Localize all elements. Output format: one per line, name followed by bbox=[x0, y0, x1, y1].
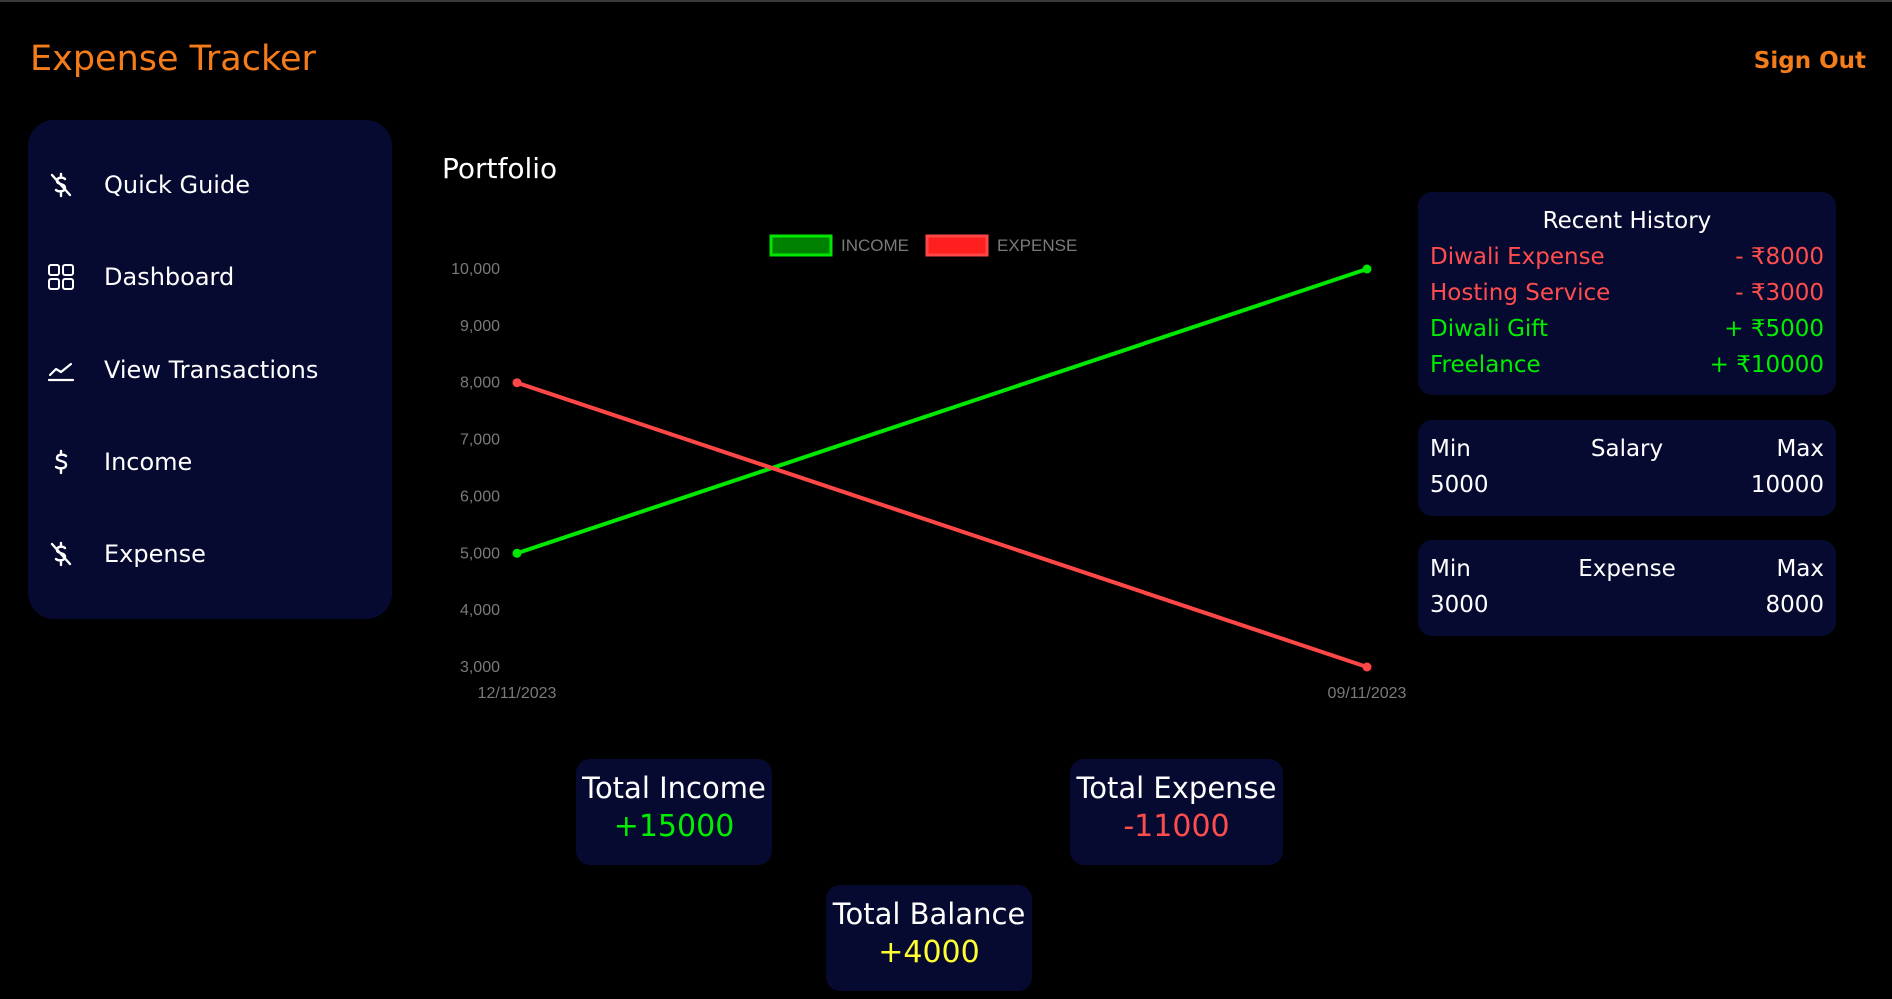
history-item-amount: - ₹8000 bbox=[1735, 244, 1824, 270]
total-balance-card: Total Balance +4000 bbox=[826, 885, 1032, 991]
y-tick-label: 4,000 bbox=[460, 602, 500, 619]
sidebar-item-income[interactable]: Income bbox=[46, 436, 376, 488]
legend-label: EXPENSE bbox=[997, 236, 1077, 255]
sidebar-item-dashboard[interactable]: Dashboard bbox=[46, 251, 376, 303]
history-item: Freelance + ₹10000 bbox=[1430, 352, 1824, 378]
dollar-off-icon bbox=[46, 170, 76, 200]
data-point bbox=[512, 548, 522, 558]
expense-max-label: Max bbox=[1776, 556, 1824, 582]
salary-min-value: 5000 bbox=[1430, 472, 1489, 498]
expense-min-value: 3000 bbox=[1430, 592, 1489, 618]
grid-icon bbox=[46, 262, 76, 292]
y-tick-label: 3,000 bbox=[460, 659, 500, 676]
y-tick-label: 9,000 bbox=[460, 318, 500, 335]
sidebar-item-label: Expense bbox=[104, 540, 206, 568]
data-point bbox=[1362, 264, 1372, 274]
history-item-label: Diwali Expense bbox=[1430, 244, 1605, 270]
total-income-label: Total Income bbox=[582, 771, 766, 805]
recent-history-title: Recent History bbox=[1542, 208, 1712, 234]
data-point bbox=[512, 378, 522, 388]
history-item-amount: + ₹5000 bbox=[1724, 316, 1824, 342]
expense-range-panel: Min Expense Max 3000 8000 bbox=[1418, 540, 1836, 636]
y-tick-label: 7,000 bbox=[460, 432, 500, 449]
history-item: Diwali Gift + ₹5000 bbox=[1430, 316, 1824, 342]
expense-title: Expense bbox=[1578, 556, 1676, 582]
recent-history-panel: Recent History Diwali Expense - ₹8000 Ho… bbox=[1418, 192, 1836, 395]
history-item: Hosting Service - ₹3000 bbox=[1430, 280, 1824, 306]
history-item: Diwali Expense - ₹8000 bbox=[1430, 244, 1824, 270]
total-balance-value: +4000 bbox=[878, 935, 980, 970]
total-income-value: +15000 bbox=[613, 809, 735, 844]
dollar-off-icon bbox=[46, 539, 76, 569]
total-income-card: Total Income +15000 bbox=[576, 759, 772, 865]
y-tick-label: 5,000 bbox=[460, 545, 500, 562]
total-expense-label: Total Expense bbox=[1076, 771, 1277, 805]
salary-title: Salary bbox=[1590, 436, 1664, 462]
legend-label: INCOME bbox=[841, 236, 909, 255]
sign-out-button[interactable]: Sign Out bbox=[1754, 48, 1866, 74]
app-title: Expense Tracker bbox=[30, 39, 316, 79]
total-expense-value: -11000 bbox=[1123, 809, 1230, 844]
legend-swatch bbox=[769, 234, 833, 257]
series-line bbox=[516, 380, 1368, 669]
series-line bbox=[516, 267, 1368, 556]
portfolio-line-chart: 3,000 4,000 5,000 6,000 7,000 8,000 9,000 10,00… bbox=[451, 234, 1407, 702]
sidebar-item-label: Dashboard bbox=[104, 263, 235, 291]
total-balance-label: Total Balance bbox=[832, 897, 1026, 931]
expense-max-value: 8000 bbox=[1765, 592, 1824, 618]
sidebar-item-label: View Transactions bbox=[104, 356, 319, 384]
salary-range-panel: Min Salary Max 5000 10000 bbox=[1418, 420, 1836, 516]
history-item-label: Hosting Service bbox=[1430, 280, 1611, 306]
y-tick-label: 10,000 bbox=[451, 261, 500, 278]
x-tick-label: 09/11/2023 bbox=[1328, 685, 1407, 702]
salary-max-value: 10000 bbox=[1750, 472, 1824, 498]
history-item-label: Freelance bbox=[1430, 352, 1541, 378]
salary-max-label: Max bbox=[1776, 436, 1824, 462]
page-title: Portfolio bbox=[442, 152, 558, 185]
history-item-amount: + ₹10000 bbox=[1709, 352, 1824, 378]
sidebar: Quick Guide Dashboard View Transactions … bbox=[28, 120, 392, 619]
trend-icon bbox=[46, 355, 76, 385]
y-tick-label: 6,000 bbox=[460, 488, 500, 505]
history-item-label: Diwali Gift bbox=[1430, 316, 1549, 342]
total-expense-card: Total Expense -11000 bbox=[1070, 759, 1283, 865]
sidebar-item-view-transactions[interactable]: View Transactions bbox=[46, 344, 376, 396]
sidebar-item-quick-guide[interactable]: Quick Guide bbox=[46, 159, 376, 211]
sidebar-item-expense[interactable]: Expense bbox=[46, 528, 376, 580]
sidebar-item-label: Income bbox=[104, 448, 193, 476]
history-item-amount: - ₹3000 bbox=[1735, 280, 1824, 306]
x-tick-label: 12/11/2023 bbox=[478, 685, 557, 702]
dollar-icon bbox=[46, 447, 76, 477]
sidebar-item-label: Quick Guide bbox=[104, 171, 250, 199]
legend-swatch bbox=[925, 234, 989, 257]
y-tick-label: 8,000 bbox=[460, 375, 500, 392]
data-point bbox=[1362, 662, 1372, 672]
